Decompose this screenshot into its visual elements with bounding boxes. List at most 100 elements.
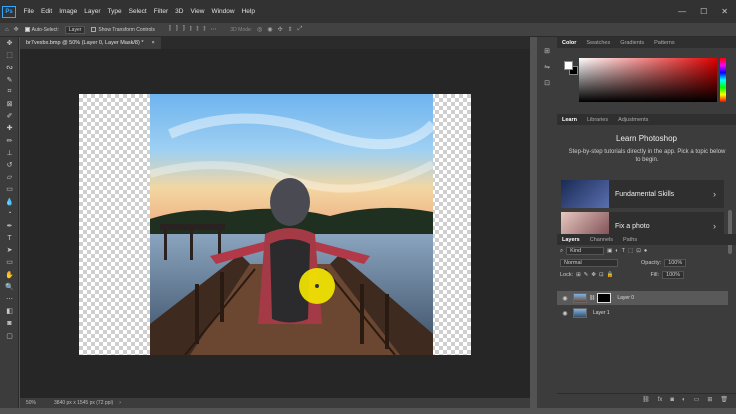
align-center-icon[interactable]: ⫿ <box>176 26 178 33</box>
lasso-tool-icon[interactable]: ᔓ <box>0 61 19 73</box>
menu-view[interactable]: View <box>187 8 208 15</box>
align-top-icon[interactable]: ⫾ <box>190 26 192 33</box>
home-icon[interactable]: ⌂ <box>5 27 9 33</box>
eye-icon[interactable]: ◉ <box>560 295 570 302</box>
auto-select-target-dropdown[interactable]: Layer <box>64 25 86 34</box>
3d-orbit-icon[interactable]: ◎ <box>257 26 262 33</box>
move-tool-icon[interactable]: ✥ <box>14 26 19 33</box>
add-mask-icon[interactable]: ◙ <box>670 397 674 403</box>
layer-row-layer-1[interactable]: ◉ Layer 1 <box>557 306 728 320</box>
path-select-tool-icon[interactable]: ➤ <box>0 244 19 256</box>
document-tab[interactable]: br7vexbx.bmp @ 50% (Layer 0, Layer Mask/… <box>20 37 161 49</box>
tab-libraries[interactable]: Libraries <box>582 117 613 123</box>
menu-help[interactable]: Help <box>238 8 258 15</box>
quick-select-tool-icon[interactable]: ✎ <box>0 74 19 86</box>
foreground-color-swatch[interactable] <box>564 61 573 70</box>
tab-swatches[interactable]: Swatches <box>581 40 615 46</box>
lock-paint-icon[interactable]: ✎ <box>584 272 589 278</box>
close-tab-icon[interactable]: × <box>151 40 154 46</box>
3d-pan-icon[interactable]: ✣ <box>278 26 283 33</box>
filter-adjustment-icon[interactable]: ◐ <box>615 248 618 254</box>
menu-window[interactable]: Window <box>208 8 238 15</box>
tab-layers[interactable]: Layers <box>557 237 585 243</box>
filter-pixel-icon[interactable]: ▣ <box>607 248 612 254</box>
align-middle-icon[interactable]: ⫾ <box>197 26 199 33</box>
auto-select-checkbox[interactable] <box>24 27 30 32</box>
3d-slide-icon[interactable]: ⇕ <box>288 26 293 33</box>
lock-artboard-icon[interactable]: ⊡ <box>599 272 604 278</box>
gradient-tool-icon[interactable]: ▭ <box>0 183 19 195</box>
properties-panel-icon[interactable]: ⇋ <box>537 59 557 75</box>
move-tool-icon[interactable]: ✥ <box>0 37 19 49</box>
rectangle-tool-icon[interactable]: ▭ <box>0 256 19 268</box>
menu-3d[interactable]: 3D <box>172 8 187 15</box>
show-transform-option[interactable]: Show Transform Controls <box>91 27 155 33</box>
status-arrow-icon[interactable]: › <box>119 400 121 406</box>
tab-gradients[interactable]: Gradients <box>615 40 649 46</box>
healing-tool-icon[interactable]: ✚ <box>0 122 19 134</box>
show-transform-checkbox[interactable] <box>91 27 97 32</box>
3d-roll-icon[interactable]: ◉ <box>267 26 272 33</box>
eraser-tool-icon[interactable]: ▱ <box>0 171 19 183</box>
history-brush-tool-icon[interactable]: ↺ <box>0 159 19 171</box>
learn-card-fundamental-skills[interactable]: Fundamental Skills › <box>561 180 724 208</box>
brush-tool-icon[interactable]: ✏ <box>0 135 19 147</box>
artboard-tool-icon[interactable]: ⬚ <box>0 49 19 61</box>
menu-layer[interactable]: Layer <box>81 8 104 15</box>
menu-type[interactable]: Type <box>104 8 125 15</box>
filter-shape-icon[interactable]: ⬚ <box>628 248 633 254</box>
layer-mask-thumbnail[interactable] <box>597 293 612 303</box>
link-layers-icon[interactable]: ⛓ <box>642 396 650 403</box>
lock-all-icon[interactable]: 🔒 <box>607 272 614 278</box>
maximize-button[interactable]: ☐ <box>700 7 707 16</box>
fill-field[interactable]: 100% <box>662 271 685 279</box>
blend-mode-dropdown[interactable]: Normal <box>560 259 618 267</box>
hand-tool-icon[interactable]: ✋ <box>0 269 19 281</box>
frame-tool-icon[interactable]: ⊠ <box>0 98 19 110</box>
libraries-panel-icon[interactable]: ⊡ <box>537 75 557 91</box>
align-right-icon[interactable]: ⫿ <box>183 26 185 33</box>
zoom-level[interactable]: 50% <box>26 400 36 406</box>
photoshop-logo[interactable]: Ps <box>2 5 16 18</box>
tab-adjustments[interactable]: Adjustments <box>613 117 653 123</box>
document-info[interactable]: 3840 px x 1545 px (72 ppi) <box>54 400 113 406</box>
tab-color[interactable]: Color <box>557 40 581 46</box>
opacity-field[interactable]: 100% <box>664 259 687 267</box>
pen-tool-icon[interactable]: ✒ <box>0 220 19 232</box>
tab-patterns[interactable]: Patterns <box>649 40 679 46</box>
blur-tool-icon[interactable]: 💧 <box>0 195 19 207</box>
filter-type-icon[interactable]: T <box>622 248 625 254</box>
menu-filter[interactable]: Filter <box>150 8 171 15</box>
lock-position-icon[interactable]: ✥ <box>591 272 596 278</box>
type-tool-icon[interactable]: T <box>0 232 19 244</box>
menu-edit[interactable]: Edit <box>37 8 55 15</box>
screen-mode-icon[interactable]: ▢ <box>0 330 19 342</box>
eye-icon[interactable]: ◉ <box>560 310 570 317</box>
color-picker-field[interactable] <box>579 58 717 102</box>
link-icon[interactable]: ⛓ <box>589 295 595 301</box>
minimize-button[interactable]: — <box>678 7 686 16</box>
fx-icon[interactable]: fx <box>658 397 663 403</box>
close-window-button[interactable]: ✕ <box>721 7 728 16</box>
tab-paths[interactable]: Paths <box>618 237 642 243</box>
clone-stamp-tool-icon[interactable]: ⊥ <box>0 147 19 159</box>
history-panel-icon[interactable]: ⊞ <box>537 43 557 59</box>
layer-filter-kind-dropdown[interactable]: Kind <box>566 247 605 255</box>
lock-pixels-icon[interactable]: ⊞ <box>576 272 581 278</box>
tab-learn[interactable]: Learn <box>557 117 582 123</box>
eyedropper-tool-icon[interactable]: ✐ <box>0 110 19 122</box>
filter-smart-object-icon[interactable]: ⊡ <box>636 248 641 254</box>
crop-tool-icon[interactable]: ⌗ <box>0 86 19 98</box>
more-options-icon[interactable]: ⋯ <box>210 26 216 33</box>
new-layer-icon[interactable]: ⊞ <box>707 396 712 403</box>
document-canvas[interactable] <box>79 94 471 355</box>
align-bottom-icon[interactable]: ⫾ <box>203 26 205 33</box>
trash-icon[interactable]: 🗑 <box>720 396 728 403</box>
align-left-icon[interactable]: ⫿ <box>169 26 171 33</box>
more-tools-icon[interactable]: ⋯ <box>0 293 19 305</box>
menu-select[interactable]: Select <box>125 8 150 15</box>
new-group-icon[interactable]: ▭ <box>694 396 700 403</box>
zoom-tool-icon[interactable]: 🔍 <box>0 281 19 293</box>
foreground-background-icon[interactable]: ◧ <box>0 305 19 317</box>
hue-slider[interactable] <box>720 58 726 102</box>
